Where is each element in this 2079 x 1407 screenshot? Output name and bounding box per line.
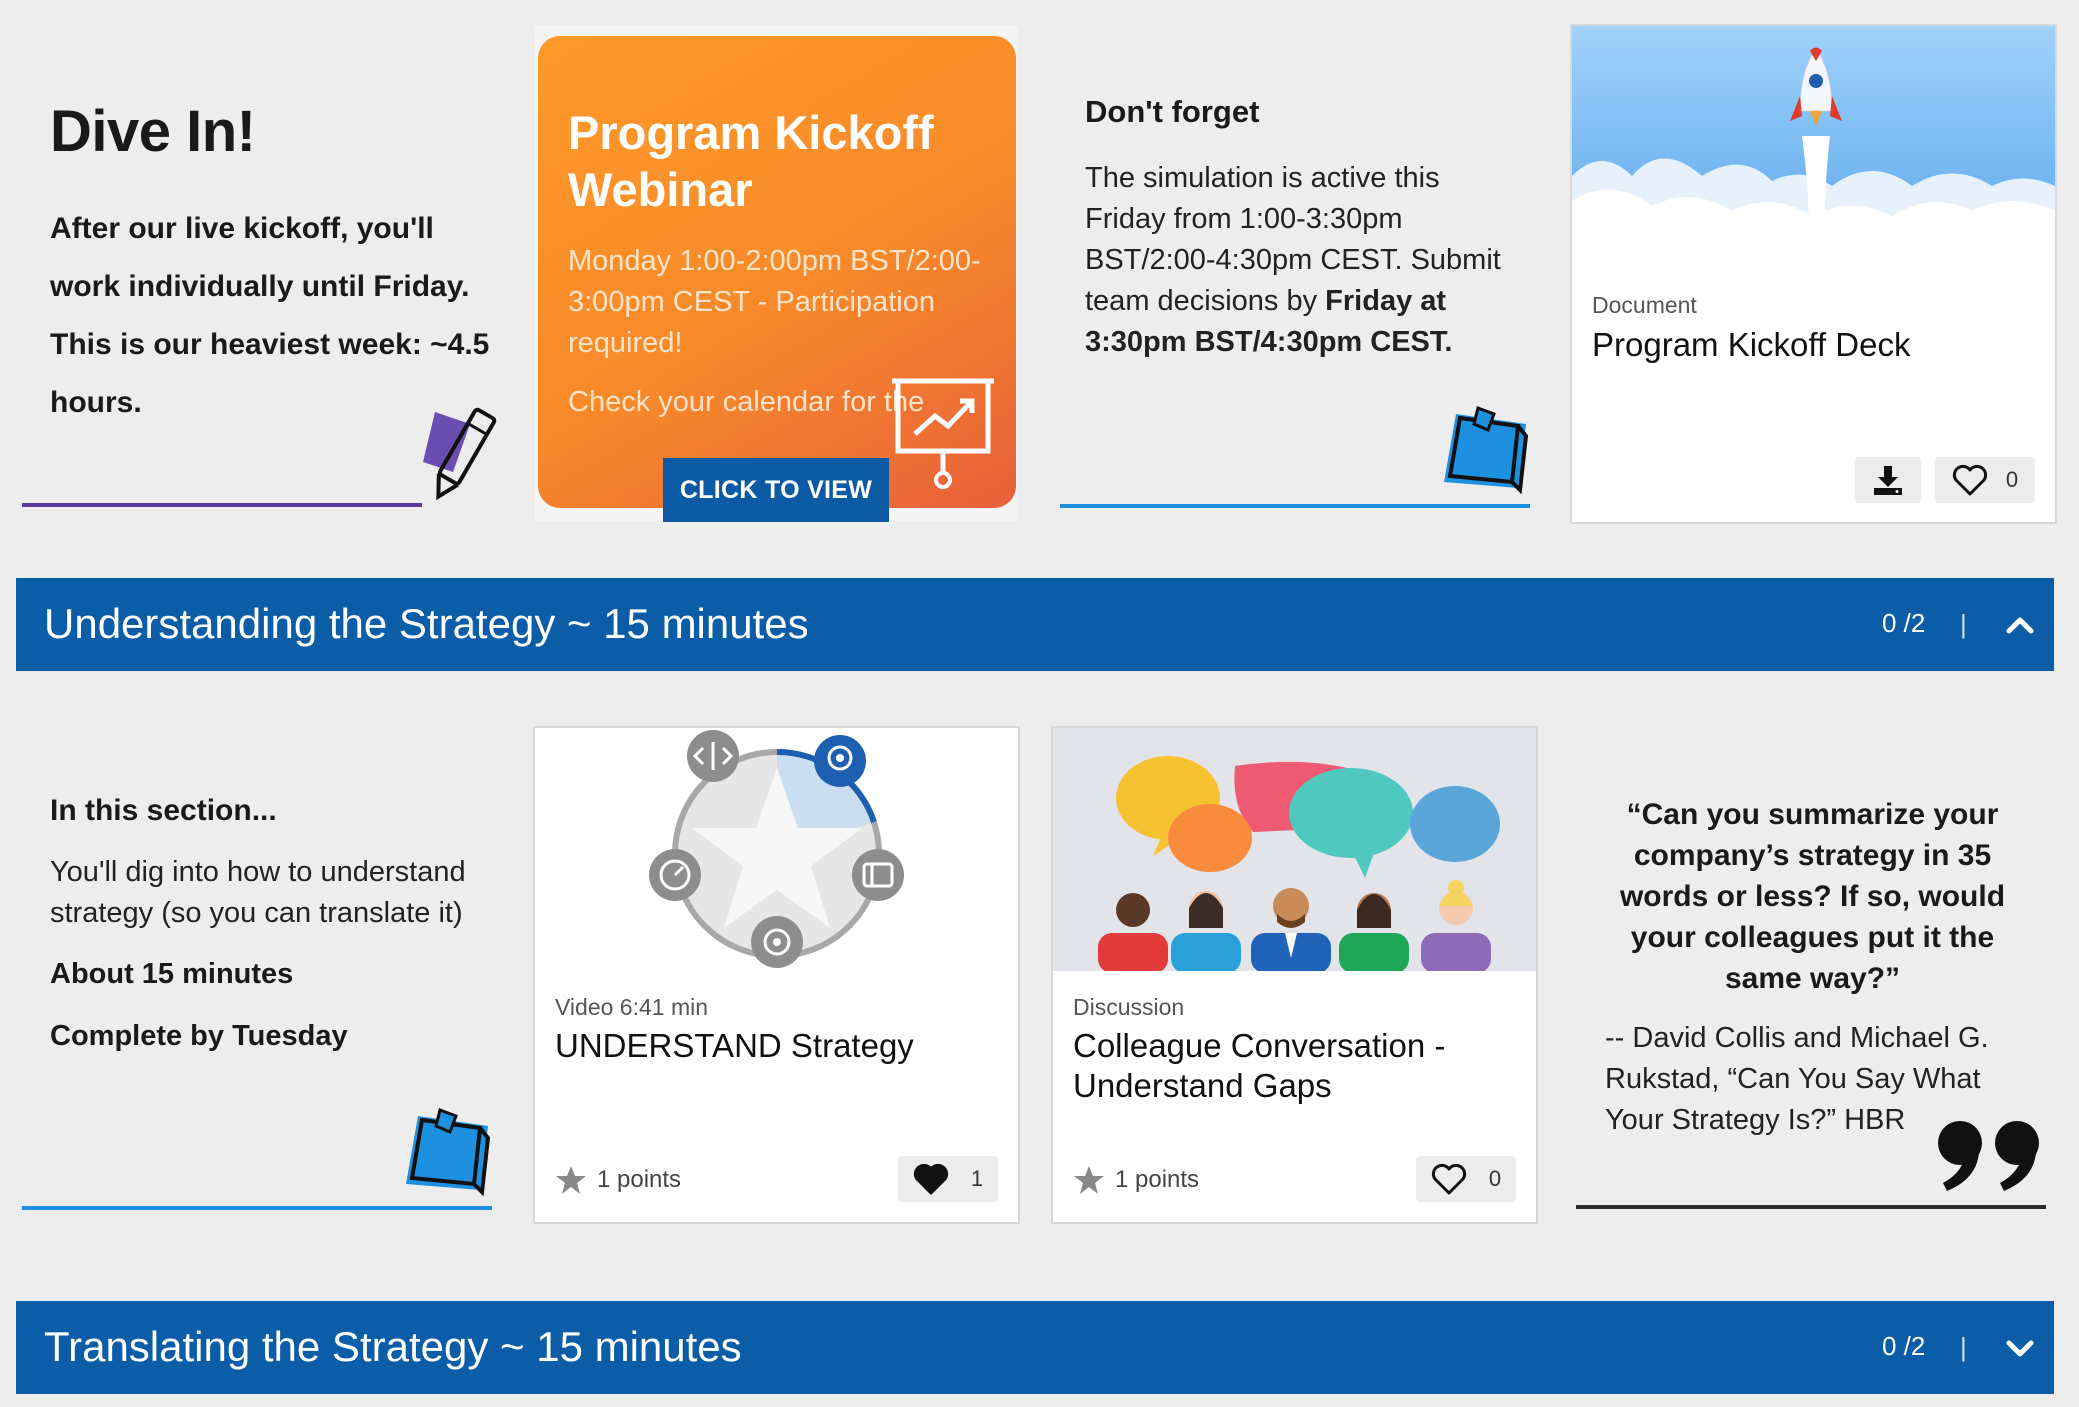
- card-type: Video 6:41 min: [555, 994, 709, 1020]
- discussion-card[interactable]: Discussion Colleague Conversation - Unde…: [1051, 726, 1538, 1224]
- webinar-title: Program Kickoff Webinar: [568, 106, 934, 216]
- section-intro-deadline: Complete by Tuesday: [50, 1020, 348, 1052]
- video-like-button[interactable]: 1: [898, 1156, 998, 1202]
- star-icon: [1074, 1166, 1104, 1194]
- reminder-divider: [1060, 504, 1530, 508]
- quote-mark-icon: [1938, 1121, 2039, 1191]
- deck-card[interactable]: Document Program Kickoff Deck 0: [1570, 24, 2057, 524]
- discussion-like-button[interactable]: 0: [1416, 1156, 1516, 1202]
- quote-divider: [1576, 1205, 2046, 1209]
- section-separator: |: [1960, 609, 1967, 639]
- reminder-body: The simulation is active this Friday fro…: [1085, 158, 1515, 363]
- reminder-title: Don't forget: [1085, 94, 1260, 129]
- intro-divider: [22, 503, 422, 507]
- section-intro-heading: In this section...: [50, 794, 277, 827]
- section-separator: |: [1960, 1332, 1967, 1362]
- heart-icon: [1952, 464, 1987, 496]
- strategy-wheel-illustration: [649, 730, 904, 968]
- pen-icon: [423, 407, 497, 501]
- card-points: 1 points: [1073, 1164, 1199, 1196]
- chevron-up-icon[interactable]: [2001, 606, 2039, 644]
- intro-title: Dive In!: [50, 99, 256, 164]
- deck-title: Program Kickoff Deck: [1592, 326, 1911, 363]
- webinar-time: Monday 1:00-2:00pm BST/2:00-3:00pm CEST …: [568, 245, 981, 359]
- sticky-note-icon: [406, 1108, 491, 1197]
- section-header-translating[interactable]: Translating the Strategy ~ 15 minutes 0 …: [16, 1301, 2054, 1394]
- rocket-illustration: [1572, 26, 2055, 269]
- card-title: UNDERSTAND Strategy: [555, 1027, 914, 1064]
- deck-type: Document: [1592, 292, 1697, 318]
- download-icon: [1874, 466, 1902, 495]
- section-intro-divider: [22, 1206, 492, 1210]
- card-points: 1 points: [555, 1164, 681, 1196]
- quote-text: “Can you summarize your company’s strate…: [1619, 798, 2006, 995]
- card-points-label: 1 points: [1115, 1166, 1200, 1193]
- card-like-count: 0: [1488, 1166, 1502, 1191]
- deck-like-button[interactable]: 0: [1935, 457, 2035, 503]
- heart-icon: [1431, 1163, 1466, 1195]
- section-intro-description: You'll dig into how to understand strate…: [50, 856, 466, 929]
- webinar-card[interactable]: Program Kickoff Webinar Monday 1:00-2:00…: [538, 36, 1016, 508]
- click-to-view-button[interactable]: CLICK TO VIEW: [663, 458, 889, 522]
- presentation-chart-icon: [892, 378, 994, 489]
- video-card[interactable]: Video 6:41 min UNDERSTAND Strategy 1 poi…: [533, 726, 1020, 1224]
- card-like-count: 1: [970, 1166, 984, 1191]
- section-intro-duration: About 15 minutes: [50, 958, 294, 990]
- section-progress: 0 /2: [1882, 608, 1926, 638]
- card-title: Colleague Conversation - Understand Gaps: [1073, 1027, 1446, 1104]
- chevron-down-icon[interactable]: [2001, 1329, 2039, 1367]
- card-points-label: 1 points: [597, 1166, 682, 1193]
- section-header-understanding[interactable]: Understanding the Strategy ~ 15 minutes …: [16, 578, 2054, 671]
- star-icon: [556, 1166, 586, 1194]
- section-progress: 0 /2: [1882, 1331, 1926, 1361]
- heart-icon: [913, 1163, 948, 1195]
- card-type: Discussion: [1073, 994, 1185, 1020]
- intro-body: After our live kickoff, you'll work indi…: [50, 212, 490, 419]
- deck-like-count: 0: [2005, 467, 2019, 492]
- people-talking-illustration: [1053, 728, 1536, 971]
- sticky-note-icon: [1444, 406, 1529, 495]
- section-title: Understanding the Strategy ~ 15 minutes: [44, 600, 809, 647]
- section-title: Translating the Strategy ~ 15 minutes: [44, 1323, 742, 1370]
- download-button[interactable]: [1855, 457, 1921, 503]
